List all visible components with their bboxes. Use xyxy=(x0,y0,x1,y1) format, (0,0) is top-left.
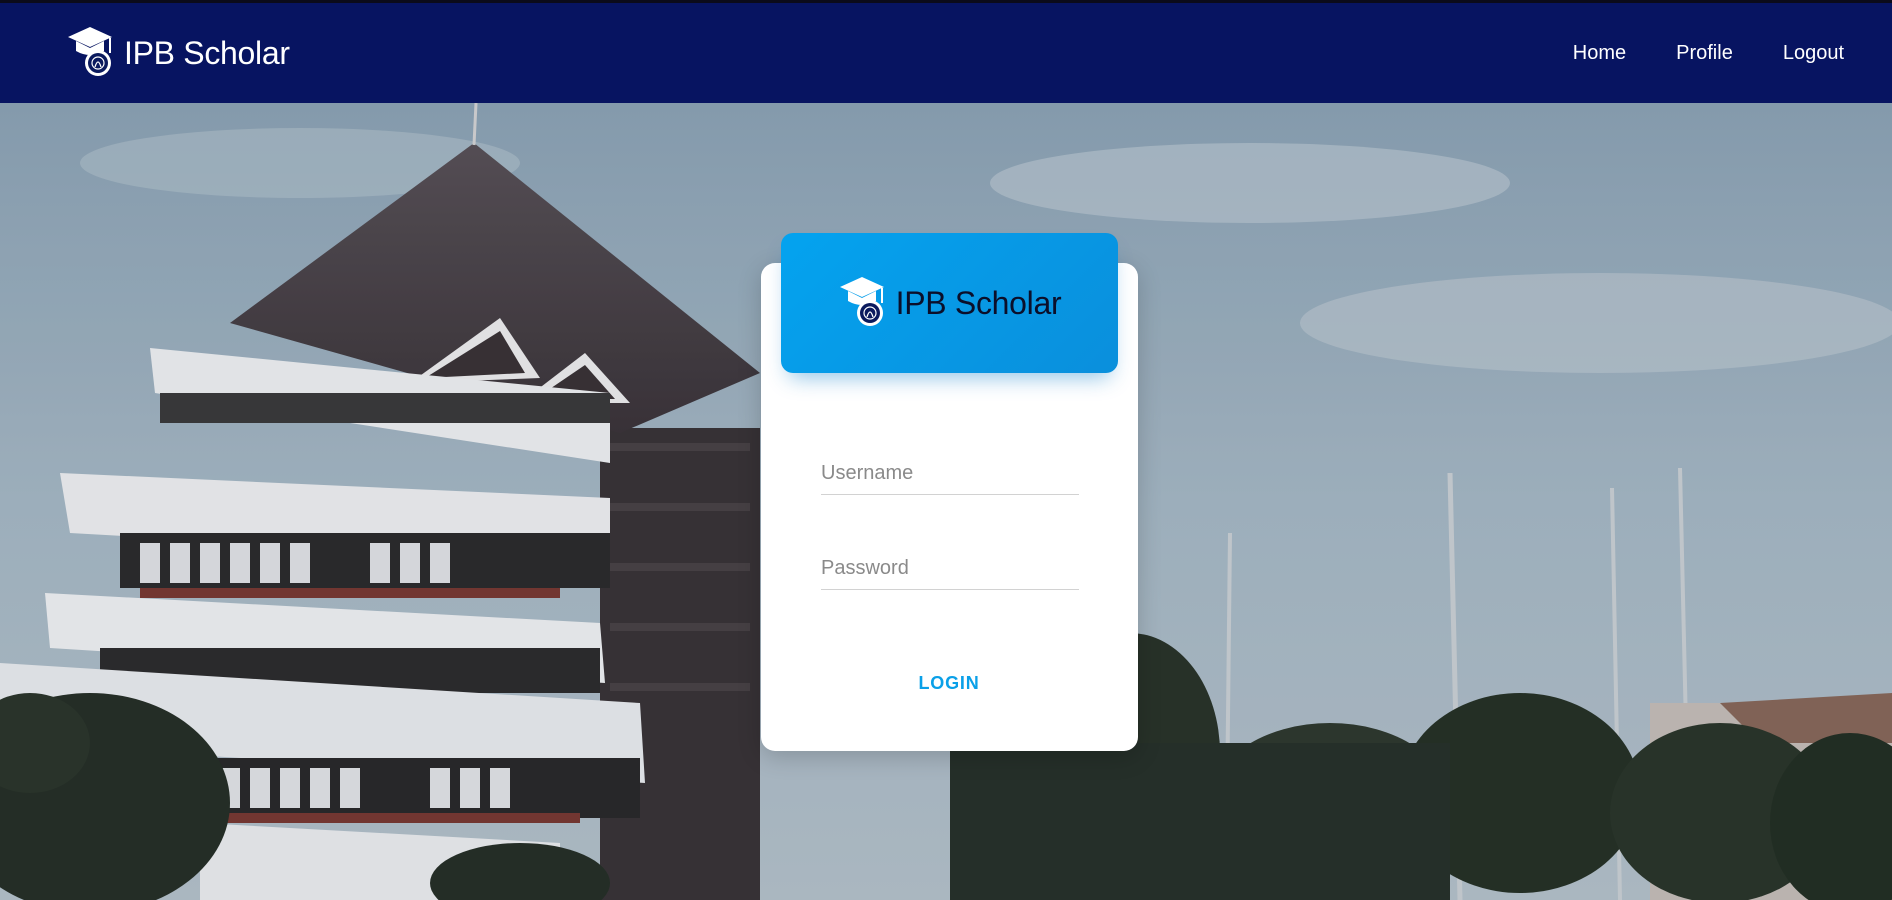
username-input[interactable] xyxy=(821,453,1079,495)
login-card-header: IPB Scholar xyxy=(781,233,1118,373)
graduation-cap-seal-icon xyxy=(838,273,890,334)
nav-logout-link[interactable]: Logout xyxy=(1783,42,1844,65)
nav-profile-link[interactable]: Profile xyxy=(1676,42,1733,65)
nav-home-link[interactable]: Home xyxy=(1573,42,1626,65)
password-input[interactable] xyxy=(821,548,1079,590)
graduation-cap-seal-icon xyxy=(66,23,118,84)
brand-logo-link[interactable]: IPB Scholar xyxy=(66,23,290,84)
top-navbar: IPB Scholar Home Profile Logout xyxy=(0,0,1892,103)
brand-name: IPB Scholar xyxy=(124,34,290,71)
card-brand-name: IPB Scholar xyxy=(895,284,1062,321)
login-button[interactable]: LOGIN xyxy=(869,663,1029,703)
nav-links: Home Profile Logout xyxy=(1573,42,1844,65)
